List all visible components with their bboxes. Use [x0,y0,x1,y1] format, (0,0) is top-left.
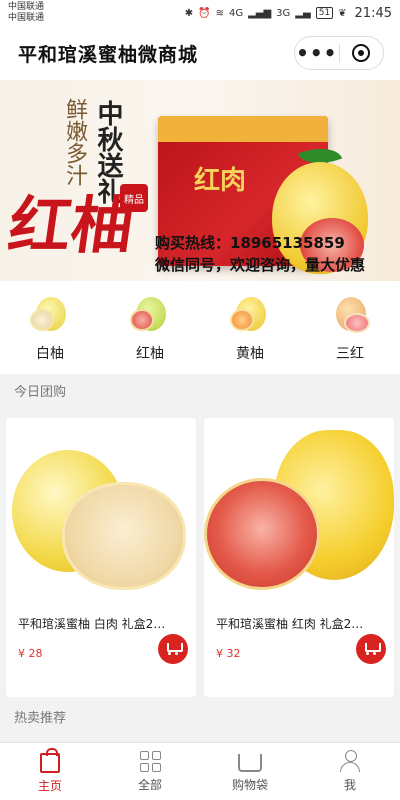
home-bag-icon [40,748,60,773]
tab-all[interactable]: 全部 [100,743,200,800]
category-yellow-pomelo[interactable]: 黄柚 [210,296,290,363]
product-name: 平和琯溪蜜柚 白肉 礼盒2… [18,617,166,631]
three-red-pomelo-icon [330,296,370,333]
banner-slogan: 鲜嫩多汁 [62,98,87,186]
bottom-tab-bar: 主页 全部 购物袋 我 [0,742,400,800]
banner-hotline: 购买热线：18965135859 [155,234,345,252]
grid-icon [139,750,161,772]
tab-label: 购物袋 [231,778,268,792]
pomelo-slice-shape [344,312,370,333]
white-pomelo-icon [30,296,70,333]
more-button[interactable]: ••• [295,37,339,69]
add-to-cart-button[interactable] [158,634,188,664]
pomelo-peeled-shape [204,478,320,590]
cart-icon [165,643,183,655]
tab-label: 主页 [37,779,62,793]
yellow-pomelo-icon [230,296,270,333]
tab-label: 我 [343,778,356,792]
section-title-group-buy: 今日团购 [0,374,400,410]
red-pomelo-icon [130,296,170,333]
add-to-cart-button[interactable] [356,634,386,664]
tab-cart[interactable]: 购物袋 [200,743,300,800]
status-bar: 中国联通 中国联通 ✱ ⏰ ≋ 4G ▂▄▆ 3G ▂▄ 51 ❦ 21:45 [0,0,400,26]
product-card[interactable]: 平和琯溪蜜柚 红肉 礼盒2… ¥ 32 [204,418,394,697]
gift-box-label: 红肉 [194,166,247,196]
clock: 21:45 [354,5,392,21]
section-title-hot: 热卖推荐 [0,697,400,737]
product-price: ¥ 32 [216,647,241,660]
carrier-name-1: 中国联通 [8,2,45,12]
alarm-icon: ⏰ [198,7,211,19]
category-label: 黄柚 [236,345,264,362]
banner-seal: 精品 [120,184,148,212]
signal-icon-2: ▂▄ [295,7,311,19]
wifi-icon: ≋ [215,7,224,19]
promo-banner[interactable]: 鲜嫩多汁 中秋送礼 红柚 精品 红肉 购买热线：18965135859 微信同号… [0,80,400,281]
category-red-pomelo[interactable]: 红柚 [110,296,190,363]
tab-home[interactable]: 主页 [0,743,100,800]
signal-icon-1: ▂▄▆ [248,7,272,19]
bluetooth-icon: ✱ [184,7,194,19]
gift-box-lid [158,116,328,142]
category-label: 红柚 [136,345,164,362]
product-image-white [6,418,196,604]
system-icons: ✱ ⏰ ≋ 4G ▂▄▆ 3G ▂▄ 51 ❦ 21:45 [185,6,392,21]
target-icon [352,44,371,62]
close-miniprogram-button[interactable] [340,37,384,69]
tab-me[interactable]: 我 [300,743,400,800]
user-icon [339,750,361,772]
product-image-red [204,418,394,604]
cart-icon [363,643,381,655]
product-price: ¥ 28 [18,647,43,660]
battery-icon: 51 [315,7,334,19]
carrier-name-2: 中国联通 [8,13,45,23]
category-nav: 白柚 红柚 黄柚 三红 [0,281,400,374]
leaf-icon: ❦ [338,7,347,19]
pomelo-slice-shape [130,308,154,331]
category-label: 白柚 [36,345,64,362]
carrier-info: 中国联通 中国联通 [8,2,44,24]
page-title: 平和琯溪蜜柚微商城 [18,43,199,66]
more-dots-icon: ••• [296,41,338,65]
pomelo-peeled-shape [62,482,186,590]
category-three-red[interactable]: 三红 [310,296,390,363]
tab-label: 全部 [137,777,162,792]
product-grid: 平和琯溪蜜柚 白肉 礼盒2… ¥ 28 平和琯溪蜜柚 红肉 礼盒2… ¥ 32 [0,410,400,697]
miniprogram-capsule: ••• [294,36,384,70]
network-type-1: 4G [228,7,244,19]
category-white-pomelo[interactable]: 白柚 [10,296,90,363]
title-bar: 平和琯溪蜜柚微商城 ••• [0,26,400,80]
cart-icon [238,754,262,772]
category-label: 三红 [336,345,364,362]
pomelo-slice-shape [230,308,254,331]
product-name: 平和琯溪蜜柚 红肉 礼盒2… [216,617,364,631]
network-type-2: 3G [276,7,291,19]
product-card[interactable]: 平和琯溪蜜柚 白肉 礼盒2… ¥ 28 [6,418,196,697]
pomelo-slice-shape [30,308,54,331]
banner-wechat-line: 微信同号，欢迎咨询，量大优惠 [155,256,366,274]
